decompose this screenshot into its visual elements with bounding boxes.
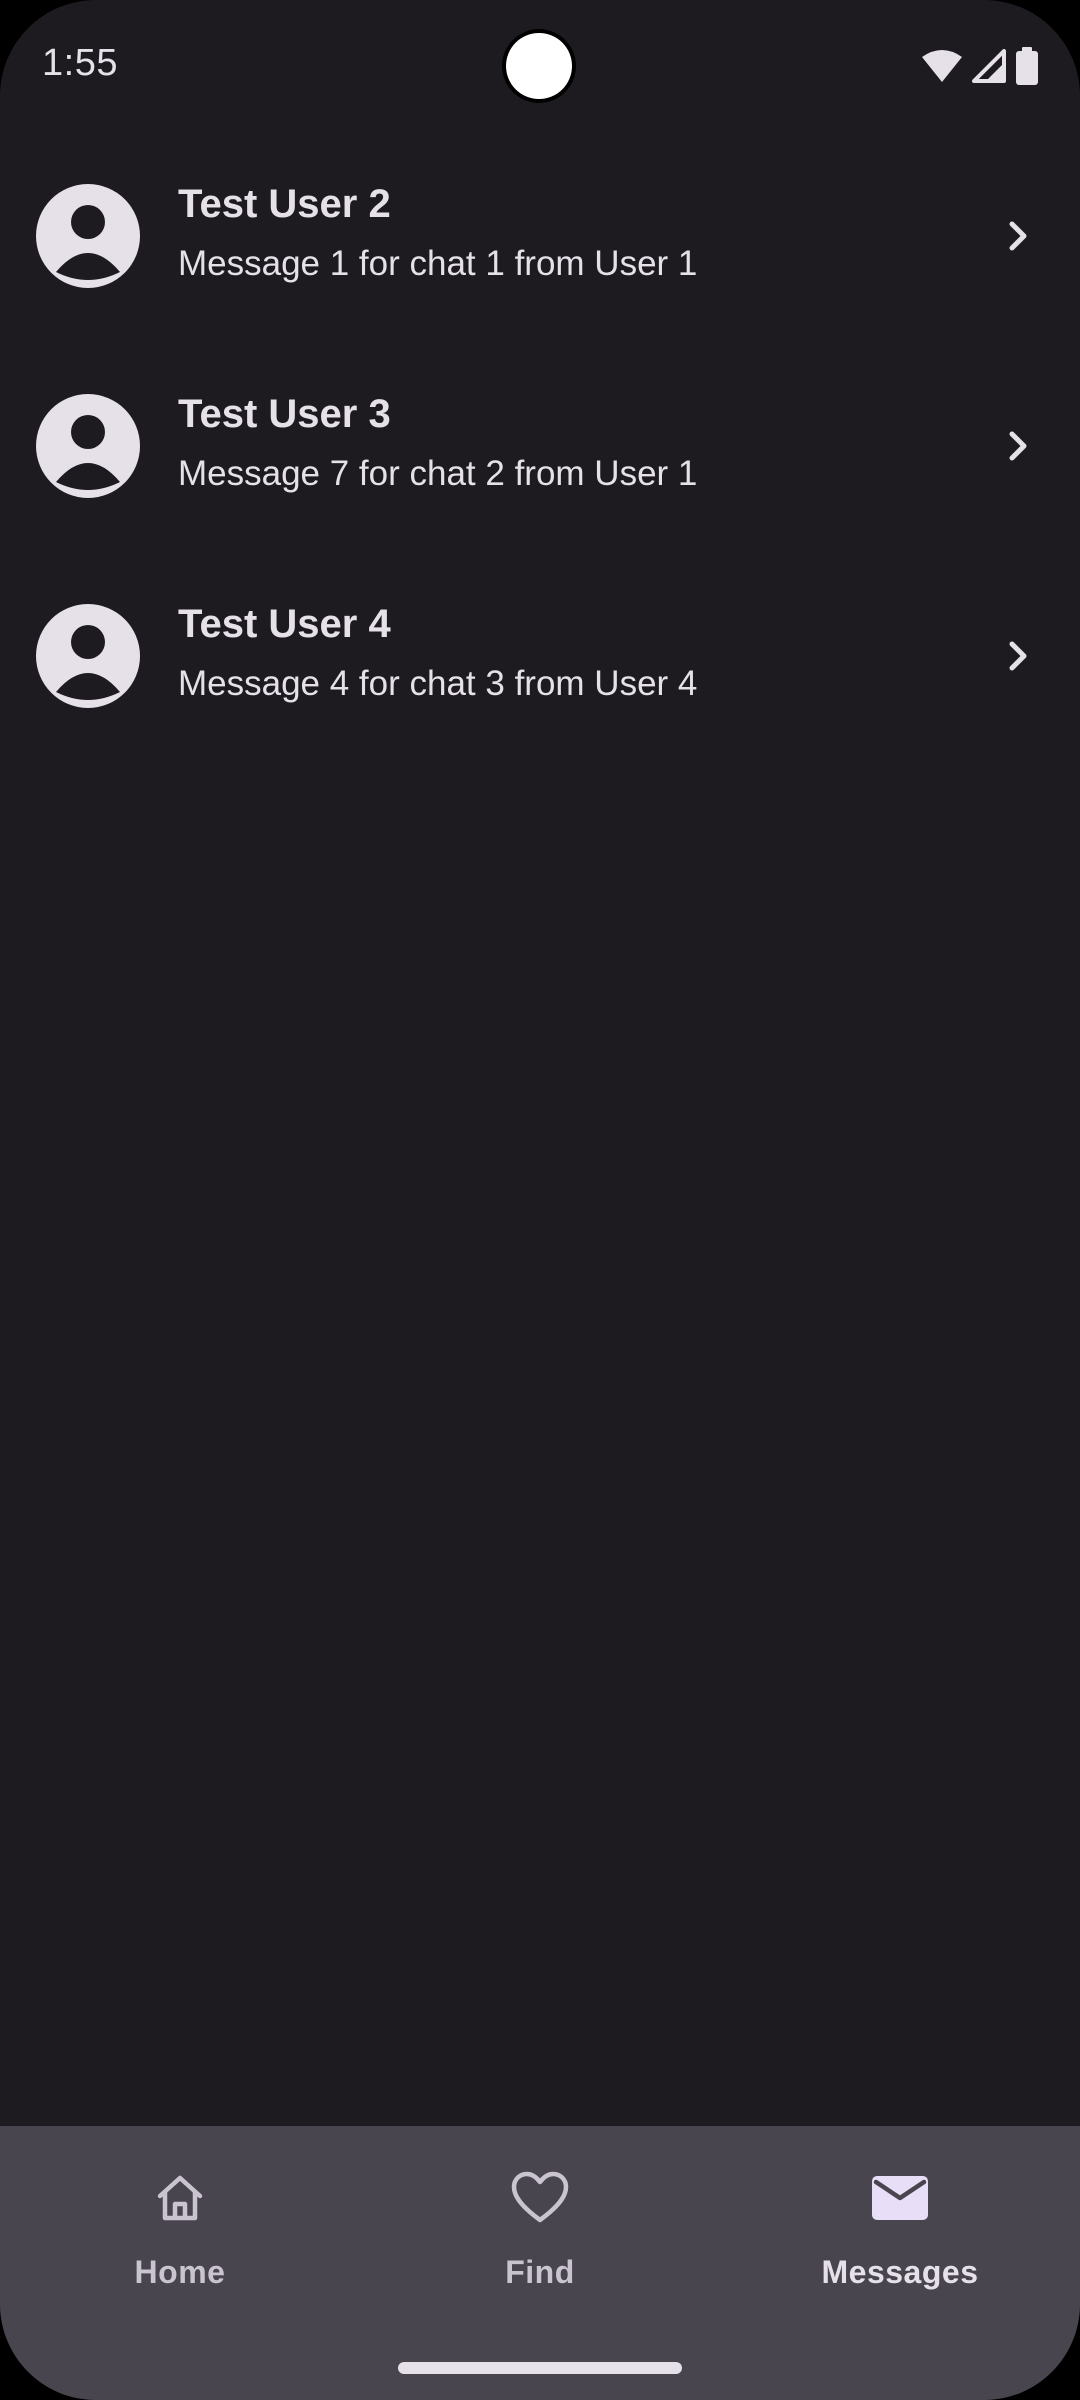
- person-icon: [36, 604, 140, 708]
- chevron-right-icon: [994, 212, 1042, 260]
- status-bar: 1:55: [0, 0, 1080, 132]
- nav-item-find[interactable]: Find: [360, 2156, 720, 2326]
- chat-user-name: Test User 4: [178, 602, 391, 646]
- chat-list-item[interactable]: Test User 2 Message 1 for chat 1 from Us…: [0, 132, 1080, 342]
- chat-user-name: Test User 2: [178, 182, 391, 226]
- chevron-right-icon: [994, 422, 1042, 470]
- bottom-navigation-bar: Home Find Messages: [0, 2126, 1080, 2400]
- nav-item-messages[interactable]: Messages: [720, 2156, 1080, 2326]
- person-icon: [36, 394, 140, 498]
- nav-item-home[interactable]: Home: [0, 2156, 360, 2326]
- chat-list-item[interactable]: Test User 4 Message 4 for chat 3 from Us…: [0, 552, 1080, 762]
- nav-label-home: Home: [134, 2254, 226, 2290]
- phone-screen: 1:55 Test User 2 Message 1 for chat 1 fr…: [0, 0, 1080, 2400]
- nav-label-messages: Messages: [821, 2254, 979, 2290]
- chat-message-preview: Message 4 for chat 3 from User 4: [178, 664, 698, 703]
- chat-list-item[interactable]: Test User 3 Message 7 for chat 2 from Us…: [0, 342, 1080, 552]
- wifi-icon: [922, 49, 962, 83]
- camera-cutout: [506, 33, 572, 99]
- chevron-right-icon: [994, 632, 1042, 680]
- cellular-signal-icon: [972, 49, 1006, 83]
- heart-icon: [500, 2166, 580, 2230]
- nav-label-find: Find: [505, 2254, 575, 2290]
- home-icon: [140, 2166, 220, 2230]
- chat-user-name: Test User 3: [178, 392, 391, 436]
- chat-message-preview: Message 1 for chat 1 from User 1: [178, 244, 698, 283]
- status-time: 1:55: [42, 42, 118, 84]
- status-icons: [922, 46, 1038, 86]
- battery-icon: [1016, 47, 1038, 85]
- chat-message-preview: Message 7 for chat 2 from User 1: [178, 454, 698, 493]
- mail-icon: [860, 2166, 940, 2230]
- chat-list: Test User 2 Message 1 for chat 1 from Us…: [0, 132, 1080, 762]
- gesture-navigation-handle[interactable]: [398, 2362, 682, 2374]
- person-icon: [36, 184, 140, 288]
